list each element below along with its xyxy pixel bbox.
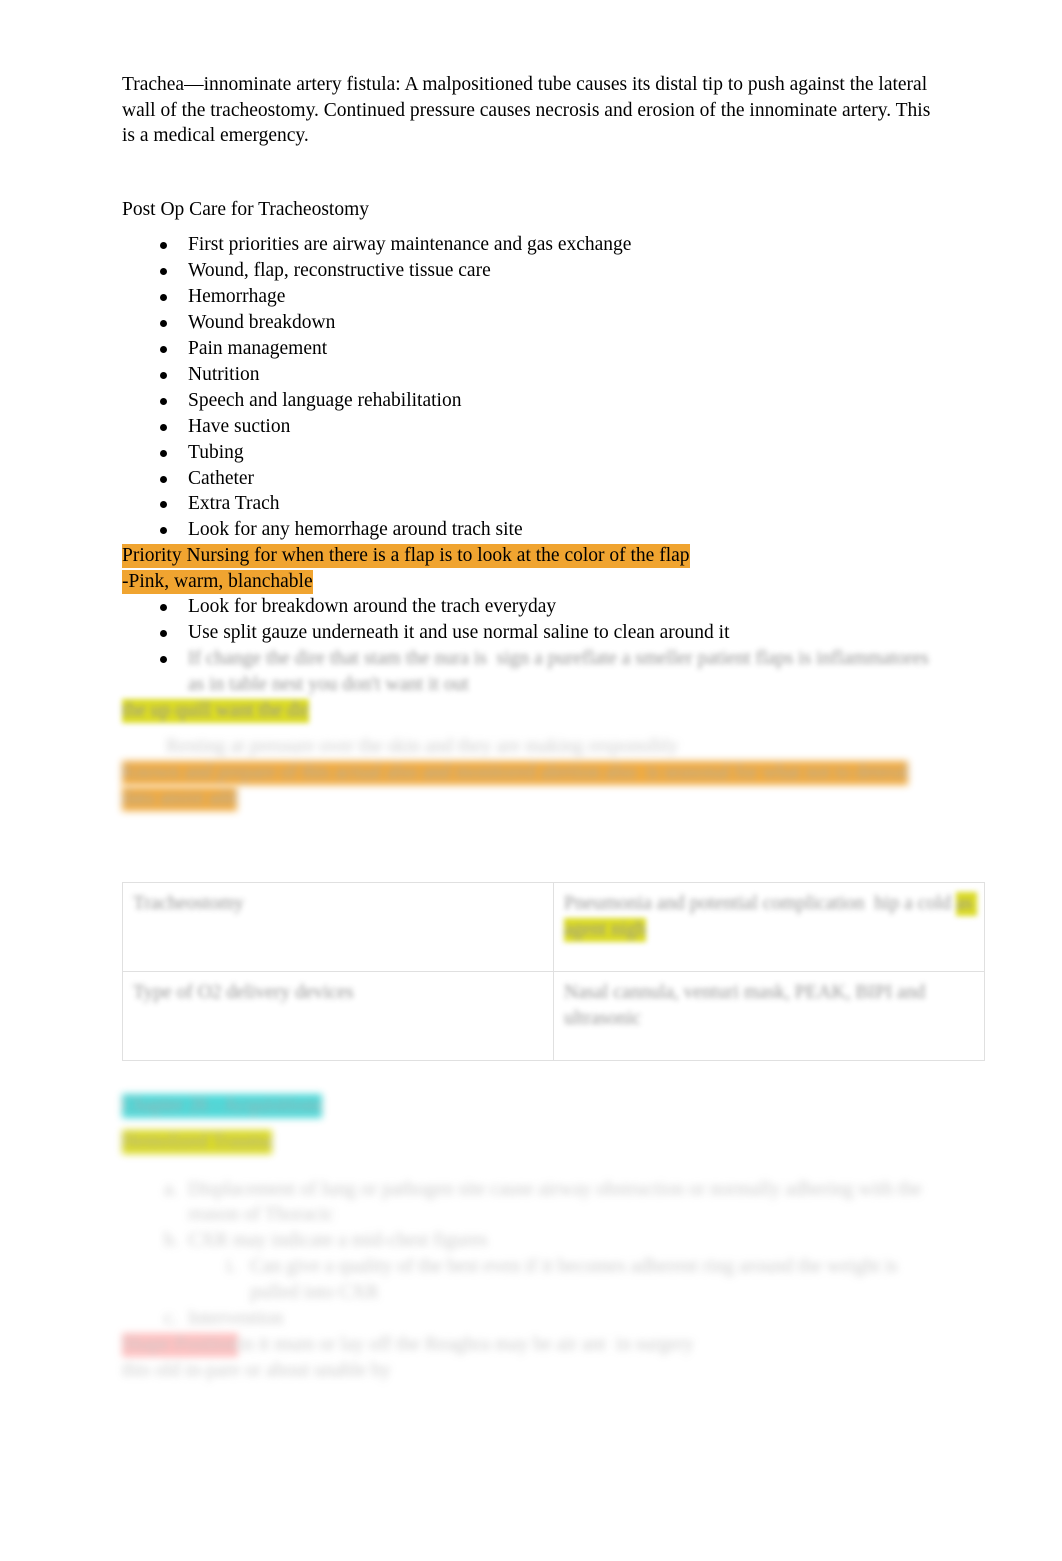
list-item-redacted: b. CXR may indicate a mid-chest figures [122, 1228, 942, 1254]
priority-nursing-note-line-1: Priority Nursing for when there is a fla… [122, 543, 942, 569]
list-item-redacted: c. Intervention [122, 1306, 942, 1332]
highlight-yellow: the up quill want the dir [122, 699, 309, 724]
table-cell-right: Pneumonia and potential complication hip… [553, 881, 985, 972]
list-item: Nutrition [122, 362, 942, 388]
redacted-numbered-list-cont: c. Intervention [122, 1306, 942, 1332]
list-marker: a. [164, 1178, 178, 1200]
redacted-closing-line-2: this old in-pare or about unable by [122, 1358, 942, 1384]
table-cell-right: Nasal cannula, venturi mask, PEAK, BIPI … [553, 970, 985, 1061]
list-item-redacted: If change the dire that stam the nura is… [122, 646, 942, 698]
priority-nursing-note-line-2: -Pink, warm, blanchable [122, 569, 942, 595]
list-item: Wound breakdown [122, 310, 942, 336]
list-item: First priorities are airway maintenance … [122, 232, 942, 258]
highlight-orange: -Pink, warm, blanchable [122, 569, 313, 594]
list-item: Wound, flap, reconstructive tissue care [122, 258, 942, 284]
care-bullet-list: Look for breakdown around the trach ever… [122, 594, 942, 698]
redacted-text: Intervention [188, 1308, 284, 1330]
redacted-text: Resting at pressure over the skin and th… [166, 735, 679, 757]
redacted-text: Nasal cannula, venturi mask, PEAK, BIPI … [564, 981, 931, 1029]
highlight-orange: data ansist add [122, 786, 237, 811]
document-page: Trachea—innominate artery fistula: A mal… [0, 0, 1062, 1561]
redacted-text: If change the dire that stam the nura is… [188, 648, 934, 696]
list-marker: c. [164, 1308, 178, 1330]
highlight-orange: Known and prepare of this actual also an… [122, 760, 909, 785]
redacted-gray-line: Resting at pressure over the skin and th… [122, 734, 942, 760]
redacted-text: this old in-pare or about unable by [122, 1359, 391, 1381]
redacted-text: CXR may indicate a mid-chest figures [188, 1230, 488, 1252]
list-item: Speech and language rehabilitation [122, 388, 942, 414]
redacted-orange-band-line-1: Known and prepare of this actual also an… [122, 760, 942, 786]
table-cell-left: Type of O2 delivery devices [122, 970, 554, 1061]
table-cell-left: Tracheostomy [122, 881, 554, 972]
redacted-closing-line-1: Shape Positionin it mum or lay off the R… [122, 1332, 942, 1358]
redacted-text: Pneumonia and potential complication hip… [564, 892, 952, 914]
list-item-redacted: a. Displacement of lung or pathogen site… [122, 1177, 942, 1229]
list-marker: b. [164, 1230, 179, 1252]
table-row: Type of O2 delivery devices Nasal cannul… [122, 970, 985, 1061]
list-item: Extra Trach [122, 491, 942, 517]
redacted-text: Can give a quality of the best even if i… [250, 1256, 903, 1304]
section-heading: Post Op Care for Tracheostomy [122, 198, 369, 220]
redacted-cyan-heading: Chapter 26 - Acquisitions [122, 1093, 942, 1119]
table-row: Tracheostomy Pneumonia and potential com… [122, 881, 985, 972]
highlight-cyan: Chapter 26 - Acquisitions [122, 1093, 322, 1118]
list-marker: i. [226, 1256, 237, 1278]
tracheostomy-table: Tracheostomy Pneumonia and potential com… [122, 881, 985, 1061]
highlight-pink: Shape Position [122, 1332, 239, 1357]
list-item-redacted: i. Can give a quality of the best even i… [184, 1254, 942, 1306]
list-item: Look for breakdown around the trach ever… [122, 594, 942, 620]
redacted-orange-band-line-2: data ansist add [122, 786, 942, 812]
redacted-text: Tracheostomy [133, 892, 244, 914]
list-item: Hemorrhage [122, 284, 942, 310]
redacted-numbered-list: a. Displacement of lung or pathogen site… [122, 1177, 942, 1255]
list-item: Tubing [122, 440, 942, 466]
list-item: Pain management [122, 336, 942, 362]
highlight-orange: Priority Nursing for when there is a fla… [122, 544, 690, 569]
redacted-text: Type of O2 delivery devices [133, 981, 354, 1003]
list-item: Look for any hemorrhage around trach sit… [122, 517, 942, 543]
document-content: Trachea—innominate artery fistula: A mal… [122, 72, 985, 1384]
intro-paragraph: Trachea—innominate artery fistula: A mal… [122, 74, 931, 147]
post-op-bullet-list: First priorities are airway maintenance … [122, 232, 942, 543]
highlight-yellow: Hemolized Trauma [122, 1129, 273, 1154]
redacted-sub-list: i. Can give a quality of the best even i… [122, 1254, 942, 1306]
redacted-text: Displacement of lung or pathogen site ca… [188, 1178, 927, 1226]
list-item: Use split gauze underneath it and use no… [122, 620, 942, 646]
redacted-yellow-tag-line: the up quill want the dir [122, 698, 942, 724]
table-body: Tracheostomy Pneumonia and potential com… [122, 881, 985, 1061]
redacted-yellow-subheading: Hemolized Trauma [122, 1129, 942, 1155]
redacted-text: in it mum or lay off the Reaghra may be … [238, 1333, 694, 1355]
list-item: Have suction [122, 414, 942, 440]
list-item: Catheter [122, 466, 942, 492]
